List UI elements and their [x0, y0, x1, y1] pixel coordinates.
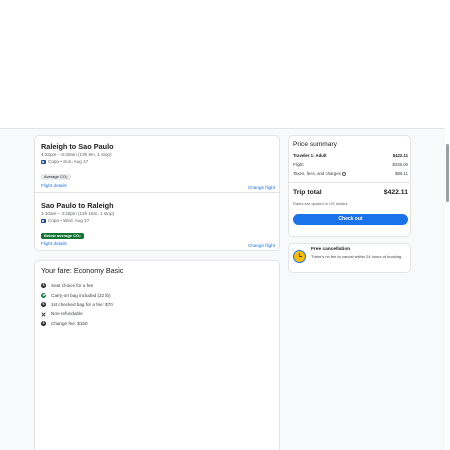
airline-logo-icon [41, 219, 46, 223]
itinerary-card: Raleigh to Sao Paulo 4:22pm – 6:30am (13… [34, 135, 280, 251]
airline-row: Copa • Sun, Aug 17 [41, 159, 275, 165]
fare-features-list: Seat choice for a fee Carry-on bag inclu… [41, 281, 113, 328]
trip-total-row: Trip total $422.11 [293, 189, 408, 197]
info-icon[interactable] [341, 171, 346, 176]
traveler-row: Traveler 1: Adult $422.11 [293, 153, 408, 159]
price-divider [289, 182, 410, 183]
x-icon [41, 311, 46, 316]
co2-badge: Below average CO₂ [41, 233, 84, 239]
flight-label: Flight [293, 162, 304, 167]
top-blank-area [0, 0, 450, 128]
fare-feature: 1st checked bag for a fee: $70 [41, 300, 113, 309]
leg-divider [35, 192, 279, 193]
change-flight-link[interactable]: Change flight [248, 185, 275, 191]
fare-feature-text: 1st checked bag for a fee: $70 [51, 301, 113, 307]
taxes-price: $86.11 [395, 171, 408, 176]
trip-total-price: $422.11 [383, 189, 408, 196]
leg-times: 3:10am – 3:28pm (12h 18m, 1 stop) [41, 211, 115, 216]
fare-feature: Change fee: $150 [41, 319, 113, 328]
check-out-button[interactable]: Check out [293, 214, 408, 225]
cancellation-title: Free cancellation [311, 247, 351, 252]
fare-feature: Carry-on bag included (22 lb) [41, 290, 113, 299]
cancellation-description: There's no fee to cancel within 24 hours… [311, 254, 403, 259]
airline-logo-icon [41, 160, 46, 164]
scrollbar-thumb[interactable] [446, 144, 449, 202]
dollar-icon [41, 283, 46, 289]
price-summary-card: Price summary Traveler 1: Adult $422.11 … [288, 135, 411, 237]
rates-note: Rates are quoted in US dollars [293, 201, 348, 206]
return-leg: Sao Paulo to Raleigh 3:10am – 3:28pm (12… [41, 201, 275, 248]
leg-title: Raleigh to Sao Paulo [41, 142, 114, 151]
fare-feature-text: Carry-on bag included (22 lb) [51, 292, 111, 298]
fare-feature: Seat choice for a fee [41, 281, 113, 290]
traveler-price: $422.11 [392, 153, 408, 158]
page-scrollbar[interactable] [445, 128, 450, 450]
fare-card: Your fare: Economy Basic Seat choice for… [34, 260, 280, 450]
check-icon [41, 292, 46, 298]
trip-total-label: Trip total [293, 189, 322, 196]
flight-details-link[interactable]: Flight details [41, 241, 67, 247]
taxes-label-group: Taxes, fees, and charges [293, 171, 346, 177]
taxes-label: Taxes, fees, and charges [293, 171, 341, 176]
clock-icon [293, 250, 306, 263]
free-cancellation-card: Free cancellation There's no fee to canc… [288, 243, 411, 273]
dollar-icon [41, 320, 46, 326]
fare-feature-text: Change fee: $150 [51, 320, 88, 326]
traveler-label: Traveler 1: Adult [293, 153, 327, 158]
fare-title: Your fare: Economy Basic [41, 266, 124, 275]
leg-title: Sao Paulo to Raleigh [41, 201, 114, 210]
fare-feature-text: Non-refundable [51, 311, 83, 317]
flight-details-link[interactable]: Flight details [41, 183, 67, 189]
change-flight-link[interactable]: Change flight [248, 243, 275, 249]
checkout-page: Raleigh to Sao Paulo 4:22pm – 6:30am (13… [0, 128, 445, 450]
fare-feature: Non-refundable [41, 309, 113, 318]
co2-badge: Average CO₂ [41, 174, 71, 180]
leg-times: 4:22pm – 6:30am (13h 8m, 1 stop) [41, 152, 112, 157]
flight-row: Flight $336.00 [293, 162, 408, 168]
airline-row: Copa • Wed, Aug 27 [41, 218, 275, 224]
price-summary-title: Price summary [293, 141, 337, 148]
outbound-leg: Raleigh to Sao Paulo 4:22pm – 6:30am (13… [41, 142, 275, 190]
airline-date: Copa • Wed, Aug 27 [48, 218, 90, 223]
fare-feature-text: Seat choice for a fee [51, 283, 94, 289]
airline-date: Copa • Sun, Aug 17 [48, 159, 89, 164]
dollar-icon [41, 301, 46, 307]
flight-price: $336.00 [392, 162, 408, 167]
taxes-row: Taxes, fees, and charges $86.11 [293, 171, 408, 177]
